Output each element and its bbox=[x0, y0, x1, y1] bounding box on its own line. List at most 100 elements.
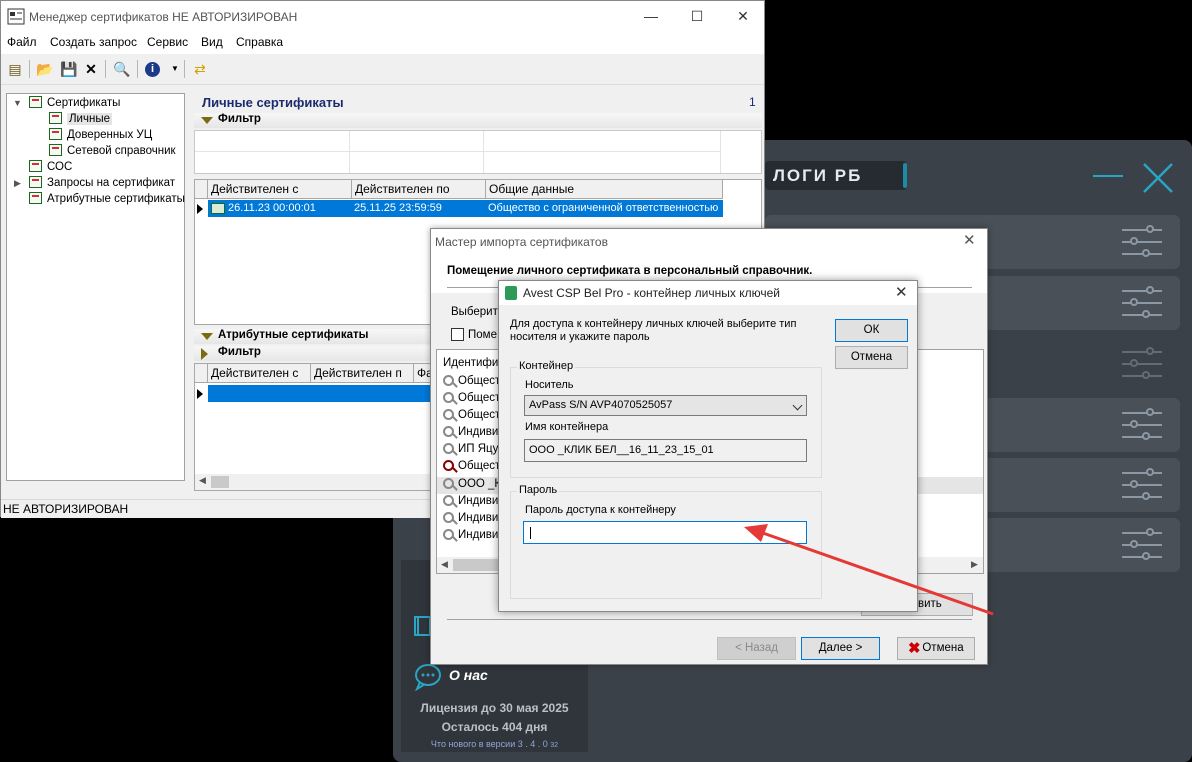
sliders-icon bbox=[1122, 223, 1162, 261]
menu-create-request[interactable]: Создать запрос bbox=[50, 35, 137, 49]
cell-valid-from: 26.11.23 00:00:01 bbox=[228, 202, 316, 214]
attr-col-valid-to[interactable]: Действителен п bbox=[311, 364, 414, 383]
list-item[interactable]: Общест bbox=[443, 409, 500, 421]
pane-title: Личные сертификаты bbox=[202, 95, 344, 110]
pane-count: 1 bbox=[749, 95, 756, 109]
password-input[interactable] bbox=[523, 521, 807, 544]
certificate-icon bbox=[211, 203, 225, 214]
filter-section[interactable]: Фильтр bbox=[194, 113, 762, 128]
whats-new-text: Что нового в версии 3 . 4 . 0 bbox=[430, 739, 548, 749]
list-item[interactable]: ООО _К bbox=[443, 478, 501, 490]
certificate-tree: ▼ Сертификаты Личные Доверенных УЦ Сетев… bbox=[6, 93, 185, 481]
whats-new-sub: 32 bbox=[550, 742, 559, 749]
sliders-icon bbox=[1122, 284, 1162, 322]
save-icon[interactable]: 💾 bbox=[60, 60, 78, 78]
wizard-cancel-button[interactable]: ✖ Отмена bbox=[897, 637, 975, 660]
wizard-close-button[interactable]: ✕ bbox=[963, 231, 976, 249]
app-icon bbox=[7, 8, 25, 25]
cell-valid-to: 25.11.25 23:59:59 bbox=[354, 202, 442, 214]
col-common-data[interactable]: Общие данные bbox=[486, 180, 723, 199]
key-icon bbox=[443, 512, 454, 523]
avest-shield-icon bbox=[505, 286, 517, 300]
tree-node-crl[interactable]: СОС bbox=[29, 160, 72, 173]
key-icon bbox=[443, 375, 454, 386]
chat-icon[interactable] bbox=[413, 663, 443, 691]
dropdown-arrow-icon[interactable]: ▼ bbox=[166, 60, 184, 78]
password-label: Пароль доступа к контейнеру bbox=[525, 504, 676, 516]
tree-node-trusted-ca[interactable]: Доверенных УЦ bbox=[49, 128, 152, 141]
delete-icon[interactable]: ✕ bbox=[82, 60, 100, 78]
import-icon[interactable]: 📂 bbox=[36, 60, 54, 78]
container-name-field[interactable]: ООО _КЛИК БЕЛ__16_11_23_15_01 bbox=[524, 439, 807, 462]
toolbar: ▤ 📂 💾 ✕ 🔍 i ▼ ⇄ bbox=[1, 54, 764, 85]
key-icon bbox=[443, 392, 454, 403]
avest-close-button[interactable]: ✕ bbox=[895, 283, 908, 301]
wizard-checkbox[interactable]: Поме bbox=[451, 328, 497, 341]
carrier-select[interactable]: AvPass S/N AVP4070525057 bbox=[524, 395, 807, 416]
cancel-x-icon: ✖ bbox=[908, 640, 921, 657]
tree-label: Запросы на сертификат bbox=[47, 177, 176, 189]
list-item[interactable]: Индиви bbox=[443, 512, 498, 524]
attr-col-valid-from[interactable]: Действителен с bbox=[208, 364, 311, 383]
filter-grid[interactable] bbox=[194, 130, 762, 174]
avest-cancel-button[interactable]: Отмена bbox=[835, 346, 908, 369]
menu-file[interactable]: Файл bbox=[7, 35, 37, 49]
list-item[interactable]: Общест bbox=[443, 460, 500, 472]
list-item[interactable]: Общест bbox=[443, 375, 500, 387]
container-group-label: Контейнер bbox=[517, 360, 576, 372]
crl-icon bbox=[29, 160, 42, 172]
back-button[interactable]: < Назад bbox=[717, 637, 796, 660]
tree-node-requests[interactable]: Запросы на сертификат bbox=[29, 176, 175, 189]
row-pointer-icon bbox=[197, 204, 203, 214]
key-icon bbox=[443, 529, 454, 540]
menu-help[interactable]: Справка bbox=[236, 35, 283, 49]
checkbox-box[interactable] bbox=[451, 328, 464, 341]
table-row[interactable]: 26.11.23 00:00:01 25.11.25 23:59:59 Обще… bbox=[208, 200, 723, 217]
certificate-icon bbox=[49, 112, 62, 124]
list-item[interactable]: Индиви bbox=[443, 495, 498, 507]
list-item[interactable]: Индиви bbox=[443, 426, 498, 438]
next-button[interactable]: Далее > bbox=[801, 637, 880, 660]
password-group-label: Пароль bbox=[517, 484, 560, 496]
sliders-icon bbox=[1122, 345, 1162, 383]
list-item[interactable]: ИП Яцу bbox=[443, 443, 498, 455]
books-icon[interactable]: ▤ bbox=[6, 60, 24, 78]
container-name-label: Имя контейнера bbox=[525, 421, 609, 433]
menu-view[interactable]: Вид bbox=[201, 35, 223, 49]
row-pointer-icon bbox=[197, 389, 203, 399]
close-button[interactable]: ✕ bbox=[720, 1, 766, 32]
tree-node-attribute-certs[interactable]: Атрибутные сертификаты bbox=[29, 192, 185, 205]
maximize-button[interactable]: ☐ bbox=[674, 1, 720, 32]
refresh-icon[interactable]: ⇄ bbox=[191, 60, 209, 78]
tree-node-network-directory[interactable]: Сетевой справочник bbox=[49, 144, 176, 157]
avest-key-container-dialog: Avest CSP Bel Pro - контейнер личных клю… bbox=[498, 280, 918, 612]
carrier-label: Носитель bbox=[525, 379, 574, 391]
minimize-button[interactable]: — bbox=[628, 1, 674, 32]
bg-app-header-title: ЛОГИ РБ bbox=[765, 161, 907, 190]
tree-node-personal[interactable]: Личные bbox=[49, 112, 112, 125]
attr-filter-label: Фильтр bbox=[218, 346, 261, 358]
bg-close-icon[interactable] bbox=[1140, 160, 1176, 196]
collapse-arrow-icon[interactable]: ▼ bbox=[13, 98, 22, 108]
info-icon[interactable]: i bbox=[145, 62, 160, 77]
red-key-icon bbox=[443, 460, 454, 471]
sliders-icon bbox=[1122, 406, 1162, 444]
whats-new-link[interactable]: Что нового в версии 3 . 4 . 0 32 bbox=[401, 739, 588, 749]
tree-node-certificates[interactable]: Сертификаты bbox=[29, 96, 120, 109]
list-item[interactable]: Общест bbox=[443, 392, 500, 404]
list-item[interactable]: Индиви bbox=[443, 529, 498, 541]
preview-icon[interactable]: 🔍 bbox=[113, 60, 131, 78]
sliders-icon bbox=[1122, 466, 1162, 504]
ok-button[interactable]: ОК bbox=[835, 319, 908, 342]
key-icon bbox=[443, 409, 454, 420]
col-valid-from[interactable]: Действителен с bbox=[208, 180, 352, 199]
tree-label: Сетевой справочник bbox=[67, 145, 176, 157]
avest-title: Avest CSP Bel Pro - контейнер личных клю… bbox=[523, 286, 780, 300]
bg-minimize-icon[interactable] bbox=[1093, 175, 1123, 177]
col-valid-to[interactable]: Действителен по bbox=[352, 180, 486, 199]
expand-arrow-icon[interactable]: ▶ bbox=[14, 178, 21, 189]
menu-service[interactable]: Сервис bbox=[147, 35, 188, 49]
wizard-heading: Помещение личного сертификата в персонал… bbox=[447, 265, 813, 277]
table-row[interactable] bbox=[208, 385, 448, 402]
about-link[interactable]: О нас bbox=[449, 667, 488, 683]
